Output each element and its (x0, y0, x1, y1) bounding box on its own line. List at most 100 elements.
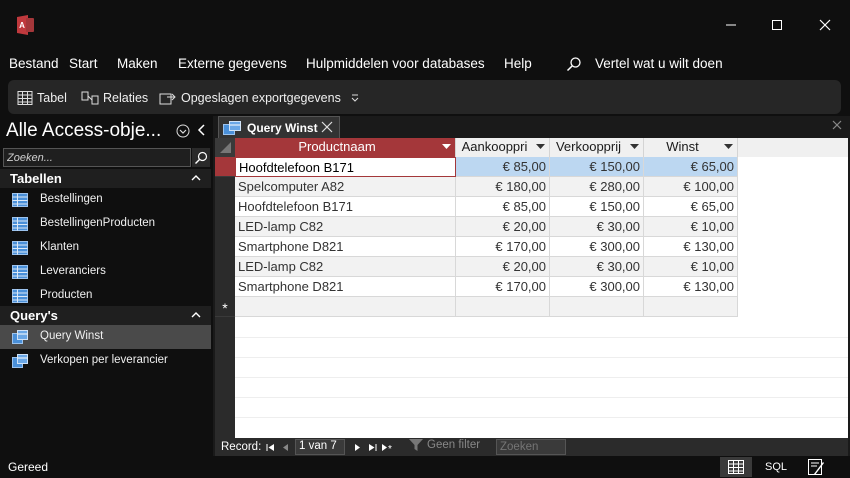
table-cell[interactable]: € 30,00 (550, 217, 644, 237)
nav-item-bestellingenproducten[interactable]: BestellingenProducten (0, 212, 211, 236)
ribbon-more-button[interactable] (350, 89, 364, 107)
table-cell[interactable]: € 85,00 (456, 197, 550, 217)
new-record-button[interactable]: * (381, 441, 397, 453)
table-cell[interactable]: € 130,00 (644, 237, 738, 257)
column-dropdown-icon[interactable] (442, 144, 451, 150)
minimize-button[interactable] (708, 10, 754, 40)
table-cell[interactable]: Smartphone D821 (235, 277, 456, 297)
empty-row-line (235, 357, 848, 358)
saved-exports-button[interactable]: Opgeslagen exportgegevens (159, 89, 341, 107)
table-cell[interactable]: Spelcomputer A82 (235, 177, 456, 197)
maximize-button[interactable] (754, 10, 800, 40)
status-bar: Gereed SQL (0, 456, 850, 478)
nav-search-field[interactable] (3, 148, 191, 167)
table-cell[interactable]: € 280,00 (550, 177, 644, 197)
record-label: Record: (221, 441, 262, 453)
menu-externe-gegevens[interactable]: Externe gegevens (178, 56, 287, 71)
new-record-cell[interactable] (644, 297, 738, 317)
table-cell[interactable]: LED-lamp C82 (235, 257, 456, 277)
table-button[interactable]: Tabel (17, 89, 67, 107)
tell-me-search[interactable]: Vertel wat u wilt doen (595, 56, 723, 71)
new-record-cell[interactable] (550, 297, 644, 317)
record-search-input[interactable] (496, 439, 566, 455)
design-view-button[interactable] (800, 457, 832, 477)
record-navigation-bar: Record: 1 van 7 * Geen filter (215, 438, 848, 456)
nav-item-leveranciers[interactable]: Leveranciers (0, 260, 211, 284)
table-cell[interactable]: Smartphone D821 (235, 237, 456, 257)
table-cell[interactable]: € 10,00 (644, 217, 738, 237)
table-cell[interactable]: € 100,00 (644, 177, 738, 197)
menu-help[interactable]: Help (504, 56, 532, 71)
table-cell[interactable]: LED-lamp C82 (235, 217, 456, 237)
filter-indicator[interactable]: Geen filter (409, 439, 480, 451)
new-record-cell[interactable] (235, 297, 456, 317)
table-cell[interactable]: € 10,00 (644, 257, 738, 277)
table-cell[interactable]: € 300,00 (550, 237, 644, 257)
table-icon (17, 91, 33, 105)
previous-record-button[interactable] (279, 441, 291, 453)
nav-item-bestellingen[interactable]: Bestellingen (0, 188, 211, 212)
design-view-icon (808, 459, 824, 475)
nav-item-klanten[interactable]: Klanten (0, 236, 211, 260)
nav-search-button[interactable] (192, 148, 210, 167)
sql-view-button[interactable]: SQL (760, 457, 792, 477)
table-cell[interactable]: Hoofdtelefoon B171 (235, 197, 456, 217)
datasheet-view-button[interactable] (720, 457, 752, 477)
nav-item-query-winst[interactable]: Query Winst (0, 325, 211, 349)
maximize-icon (772, 20, 782, 30)
table-cell[interactable]: Hoofdtelefoon B171 (235, 157, 456, 177)
column-dropdown-icon[interactable] (536, 144, 545, 150)
last-record-button[interactable] (366, 441, 378, 453)
nav-item-label: Verkopen per leverancier (40, 354, 168, 366)
nav-item-producten[interactable]: Producten (0, 284, 211, 308)
collapse-pane-icon[interactable] (196, 123, 208, 137)
nav-group-queries[interactable]: Query's (0, 306, 211, 325)
nav-search-input[interactable] (4, 149, 190, 167)
empty-row-line (235, 337, 848, 338)
table-cell[interactable]: € 130,00 (644, 277, 738, 297)
table-cell[interactable]: € 20,00 (456, 217, 550, 237)
svg-text:A: A (19, 21, 25, 30)
table-cell[interactable]: € 170,00 (456, 237, 550, 257)
nav-title[interactable]: Alle Access-obje... (6, 120, 161, 142)
nav-group-tabellen[interactable]: Tabellen (0, 169, 211, 188)
table-cell[interactable]: € 180,00 (456, 177, 550, 197)
next-record-button[interactable] (351, 441, 363, 453)
new-record-marker[interactable]: * (215, 297, 235, 317)
column-header-productnaam[interactable]: Productnaam (235, 138, 456, 157)
table-cell[interactable]: € 65,00 (644, 157, 738, 177)
new-record-cell[interactable] (456, 297, 550, 317)
menu-maken[interactable]: Maken (117, 56, 158, 71)
table-cell[interactable]: € 150,00 (550, 197, 644, 217)
table-cell[interactable]: € 300,00 (550, 277, 644, 297)
nav-menu-chevron-icon[interactable] (176, 124, 190, 138)
table-cell[interactable]: € 30,00 (550, 257, 644, 277)
column-header-verkoopprijs[interactable]: Verkoopprij (550, 138, 644, 157)
table-cell[interactable]: € 150,00 (550, 157, 644, 177)
column-header-aankoopprijs[interactable]: Aankooppri (456, 138, 550, 157)
relations-button[interactable]: Relaties (81, 89, 148, 107)
table-cell[interactable]: € 20,00 (456, 257, 550, 277)
table-cell[interactable]: € 85,00 (456, 157, 550, 177)
close-button[interactable] (802, 10, 848, 40)
select-all-button[interactable] (215, 138, 235, 157)
menu-start[interactable]: Start (69, 56, 98, 71)
table-cell[interactable]: € 65,00 (644, 197, 738, 217)
row-selector-current[interactable] (215, 157, 235, 177)
menu-hulpmiddelen[interactable]: Hulpmiddelen voor databases (306, 56, 485, 71)
menu-bestand[interactable]: Bestand (9, 56, 59, 71)
current-record-field[interactable]: 1 van 7 (295, 439, 345, 455)
close-tab-icon[interactable] (321, 121, 333, 133)
column-header-winst[interactable]: Winst (644, 138, 738, 157)
nav-group-label: Query's (10, 308, 58, 323)
nav-item-verkopen-per-leverancier[interactable]: Verkopen per leverancier (0, 349, 211, 373)
close-document-icon[interactable] (832, 120, 842, 130)
first-record-button[interactable] (264, 441, 276, 453)
nav-item-label: Producten (40, 289, 93, 301)
nav-item-label: Leveranciers (40, 265, 106, 277)
tab-query-winst[interactable]: Query Winst (218, 116, 340, 138)
column-dropdown-icon[interactable] (724, 144, 733, 150)
column-dropdown-icon[interactable] (630, 144, 639, 150)
table-cell[interactable]: € 170,00 (456, 277, 550, 297)
next-record-icon (354, 443, 360, 451)
